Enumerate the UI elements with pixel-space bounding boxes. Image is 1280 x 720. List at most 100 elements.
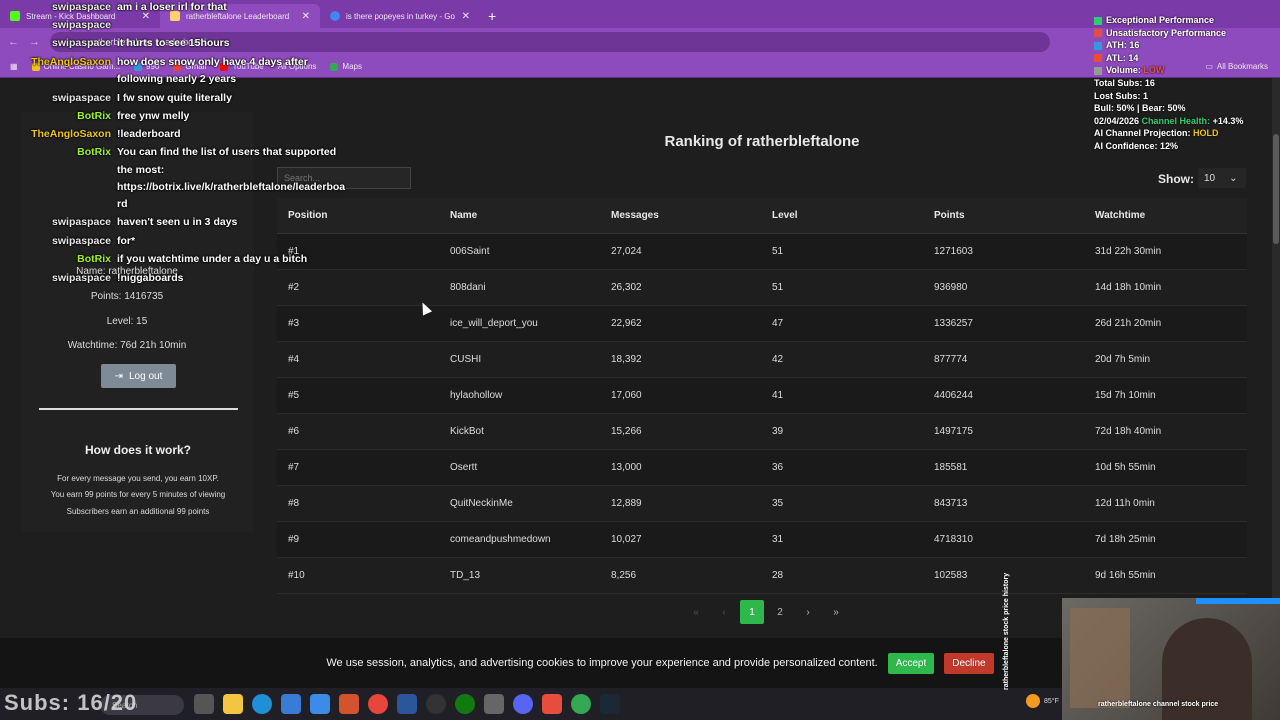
header-messages[interactable]: Messages [611,210,659,221]
stat-volume: Volume: LOW [1094,64,1274,77]
back-icon[interactable]: ← [8,36,19,48]
chat-message: BotRix free ynw melly [77,109,189,123]
cell-messages: 8,256 [611,570,637,581]
chat-text: I fw snow quite literally [117,92,232,104]
green-square-icon [1094,16,1102,25]
task-view-icon[interactable] [194,694,214,714]
stat-bull-bear: Bull: 50% | Bear: 50% [1094,103,1186,114]
subs-goal-counter: Subs: 16/20 [4,690,138,715]
chat-text: You can find the list of users that supp… [117,146,337,158]
logout-button[interactable]: ⇥ Log out [101,364,176,388]
stat-exceptional: Exceptional Performance [1094,14,1274,27]
table-row: #2 808dani 26,302 51 936980 14d 18h 10min [277,270,1247,306]
first-page-button[interactable]: « [684,600,708,624]
stock-history-label: ratherbleftalone stock price history [1003,572,1010,690]
cell-level: 36 [772,462,784,473]
weather-temp: 85°F [1044,697,1059,705]
table-row: #6 KickBot 15,266 39 1497175 72d 18h 40min [277,414,1247,450]
store-icon[interactable] [281,694,301,714]
cell-points: 1336257 [934,318,973,329]
photos-icon[interactable] [310,694,330,714]
last-page-button[interactable]: » [824,600,848,624]
logout-label: Log out [129,370,163,382]
stat-text: AI Channel Projection: [1094,128,1194,139]
next-page-button[interactable]: › [796,600,820,624]
stat-value: LOW [1143,65,1165,76]
leaderboard-table: Position Name Messages Level Points Watc… [277,198,1247,594]
profile-level: Level: 15 [106,316,148,327]
forward-icon[interactable]: → [29,36,40,48]
powerpoint-icon[interactable] [339,694,359,714]
chat-text: for* [117,235,136,247]
maps-pin-icon[interactable] [542,694,562,714]
chat-text: am i a loser irl for that [117,1,227,13]
accept-cookies-button[interactable]: Accept [887,652,935,674]
page-2-button[interactable]: 2 [768,600,792,624]
cell-watchtime: 14d 18h 10min [1095,282,1162,293]
bookmark-item[interactable]: Maps [330,62,362,71]
page-scrollbar[interactable] [1272,78,1280,638]
stat-text: Unsatisfactory Performance [1106,27,1227,38]
cell-position: #10 [288,570,305,581]
cell-name: KickBot [450,426,484,437]
chat-username: TheAngloSaxon [31,128,111,140]
header-level[interactable]: Level [772,210,798,221]
prev-page-button[interactable]: ‹ [712,600,736,624]
close-icon[interactable]: ✕ [462,11,470,22]
file-explorer-icon[interactable] [223,694,243,714]
word-icon[interactable] [397,694,417,714]
chat-text: if you watchtime under a day u a bitch [117,253,308,265]
app-icon[interactable] [484,694,504,714]
cell-name: 006Saint [450,246,490,257]
header-points[interactable]: Points [934,210,965,221]
apps-icon[interactable]: ▦ [10,62,18,71]
header-watchtime[interactable]: Watchtime [1095,210,1145,221]
close-icon[interactable]: ✕ [302,11,310,22]
table-row: #9 comeandpushmedown 10,027 31 4718310 7d 18h… [277,522,1247,558]
cell-name: CUSHI [450,354,482,365]
sidebar-divider [39,408,238,410]
cell-watchtime: 31d 22h 30min [1095,246,1162,257]
header-name[interactable]: Name [450,210,477,221]
show-entries-select[interactable]: 10 ⌄ [1198,168,1246,188]
chrome-icon[interactable] [368,694,388,714]
new-tab-button[interactable]: + [480,4,504,28]
chat-text: following nearly 2 years [117,73,237,85]
discord-icon[interactable] [513,694,533,714]
taskbar-apps [194,694,620,714]
cell-watchtime: 15d 7h 10min [1095,390,1156,401]
chat-message: following nearly 2 years [117,72,236,86]
cell-watchtime: 10d 5h 55min [1095,462,1156,473]
cell-name: QuitNeckinMe [450,498,513,509]
cell-position: #5 [288,390,300,401]
edge-icon[interactable] [252,694,272,714]
cell-points: 1271603 [934,246,973,257]
stat-projection: AI Channel Projection: HOLD [1094,127,1274,140]
cell-messages: 13,000 [611,462,642,473]
cell-level: 42 [772,354,784,365]
page-1-button[interactable]: 1 [740,600,764,624]
xbox-icon[interactable] [455,694,475,714]
weather-widget[interactable]: 85°F [1026,694,1059,708]
cell-name: hylaohollow [450,390,503,401]
stat-text: ATH: 16 [1106,40,1140,51]
cell-position: #9 [288,534,300,545]
chat-username: swipaspace [52,19,111,31]
cell-watchtime: 20d 7h 5min [1095,354,1151,365]
tab-google-search[interactable]: is there popeyes in turkey - Go ✕ [320,4,480,28]
table-row: #7 Osertt 13,000 36 185581 10d 5h 55min [277,450,1247,486]
chrome-active-icon[interactable] [571,694,591,714]
chat-username: swipaspace [52,235,111,247]
cell-name: TD_13 [450,570,481,581]
obs-icon[interactable] [426,694,446,714]
decline-cookies-button[interactable]: Decline [944,652,994,674]
steam-icon[interactable] [600,694,620,714]
cell-messages: 26,302 [611,282,642,293]
cell-position: #7 [288,462,300,473]
cell-messages: 18,392 [611,354,642,365]
chat-username: BotRix [77,110,111,122]
webcam-shelf [1070,608,1130,708]
show-label: Show: [1158,172,1194,186]
header-position[interactable]: Position [288,210,327,221]
chat-username: swipaspace [52,1,111,13]
